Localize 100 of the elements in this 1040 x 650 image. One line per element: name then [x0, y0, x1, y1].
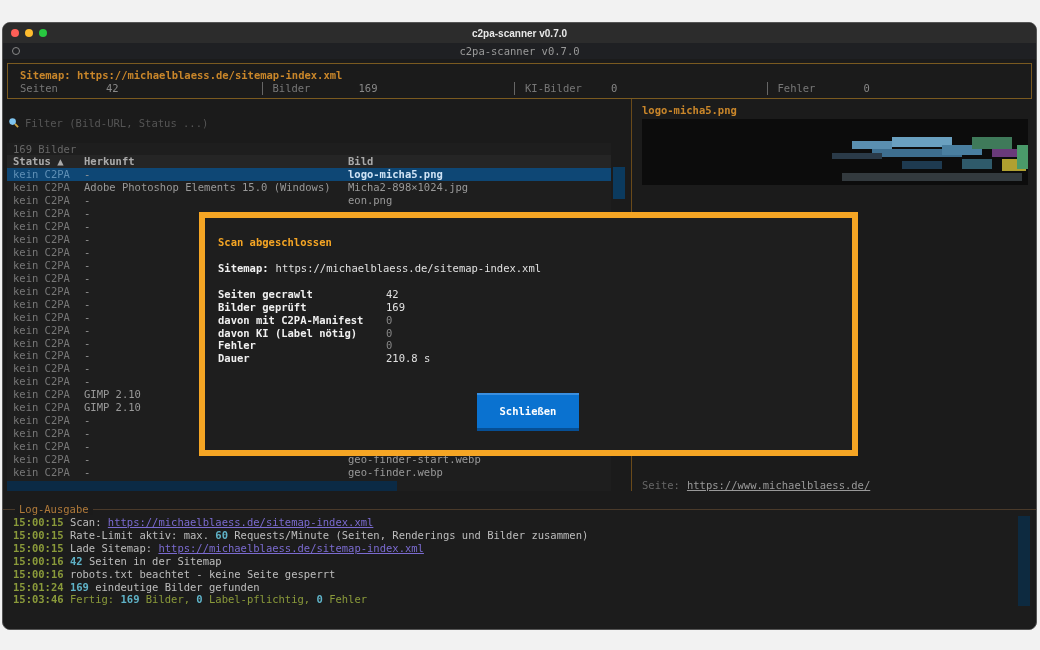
status-cell: kein C2PA [13, 232, 70, 245]
origin-cell: - [84, 310, 91, 323]
origin-cell: - [84, 284, 91, 297]
origin-cell: - [84, 453, 91, 466]
stat-label: Dauer [218, 352, 251, 366]
status-cell: kein C2PA [13, 388, 70, 401]
stat-value: 0 [611, 82, 618, 95]
status-cell: kein C2PA [13, 362, 70, 375]
origin-cell: - [84, 168, 91, 181]
origin-cell: GIMP 2.10 [84, 388, 141, 401]
stat-value: 169 [358, 82, 378, 95]
origin-cell: - [84, 245, 91, 258]
origin-cell: - [84, 232, 91, 245]
column-header[interactable]: Status ▲ [7, 155, 84, 169]
column-header[interactable]: Herkunft [84, 155, 348, 169]
origin-cell: - [84, 440, 91, 453]
table-row[interactable]: kein C2PA - geo-finder-start.webp [7, 453, 611, 467]
stat-value: 0 [863, 82, 870, 95]
image-cell: geo-finder-start.webp [348, 453, 481, 467]
column-header[interactable]: Bild [348, 155, 374, 169]
table-row[interactable]: kein C2PA - eon.png [7, 194, 611, 207]
page-label: Seite: [642, 479, 680, 491]
status-cell: kein C2PA [13, 207, 70, 219]
status-cell: kein C2PA [13, 466, 70, 479]
stat-label: Fehler [218, 339, 257, 353]
log-line: 15:00:15 Rate-Limit aktiv: max. 60 Requests/Minute (Seiten, Renderings und Bilder zusammen) [13, 528, 590, 542]
image-cell: eon.png [348, 194, 393, 207]
origin-cell: - [84, 258, 91, 271]
log-line: 15:00:16 42 Seiten in der Sitemap [13, 554, 223, 568]
maximize-icon[interactable] [39, 29, 47, 37]
status-cell: kein C2PA [13, 245, 70, 258]
table-row[interactable]: kein C2PA Adobe Photoshop Elements 15.0 (Windows) Micha2-898×1024.jpg [7, 181, 611, 195]
origin-cell: - [84, 271, 91, 284]
status-cell: kein C2PA [13, 440, 70, 453]
status-cell: kein C2PA [13, 168, 70, 181]
status-cell: kein C2PA [13, 336, 70, 349]
stat-label: davon KI (Label nötig) [218, 326, 359, 340]
status-cell: kein C2PA [13, 414, 70, 427]
log-link[interactable]: https://michaelblaess.de/sitemap-index.xml [107, 516, 374, 528]
window-title: c2pa-scanner v0.7.0 [471, 27, 568, 39]
origin-cell: GIMP 2.10 [84, 401, 141, 414]
stat-value: 0 [386, 313, 394, 327]
status-cell: kein C2PA [13, 453, 70, 466]
origin-cell: - [84, 427, 91, 440]
stat-value: 169 [386, 300, 406, 314]
stat-label: Bilder geprüft [218, 300, 308, 314]
status-cell: kein C2PA [13, 297, 70, 310]
stat-value: 42 [106, 82, 119, 95]
stat-value: 210.8 s [386, 352, 431, 366]
stat-label: KI-Bilder [525, 82, 583, 95]
status-cell: kein C2PA [13, 284, 70, 297]
image-cell: logo-micha5.png [348, 168, 443, 182]
stat-label: Bilder [272, 82, 312, 95]
status-cell: kein C2PA [13, 375, 70, 388]
origin-cell: - [84, 323, 91, 336]
image-cell: Micha2-898×1024.jpg [348, 181, 469, 195]
origin-cell: - [84, 349, 91, 362]
log-line: 15:01:24 169 eindeutige Bilder gefunden [13, 580, 261, 594]
status-cell: kein C2PA [13, 401, 70, 414]
stat-label: Seiten [20, 82, 59, 95]
stat-value: 0 [386, 339, 394, 353]
origin-cell: - [84, 375, 91, 388]
image-cell: geo-finder.webp [348, 466, 443, 479]
preview-title: logo-micha5.png [642, 104, 738, 117]
stat-value: 0 [386, 326, 394, 340]
scrollbar[interactable] [7, 481, 397, 491]
log-line: 15:03:46 Fertig: 169 Bilder, 0 Label-pflichtig, 0 Fehler [13, 593, 369, 607]
close-icon[interactable] [11, 29, 19, 37]
scrollbar[interactable] [613, 167, 625, 200]
status-cell: kein C2PA [13, 323, 70, 336]
sitemap-url: Sitemap: https://michaelblaess.de/sitemap-index.xml [20, 69, 344, 82]
table-row[interactable]: kein C2PA - logo-micha5.png [7, 168, 611, 182]
status-cell: kein C2PA [13, 181, 70, 194]
origin-cell: - [84, 207, 91, 219]
page-link[interactable]: https://www.michaelblaess.de/ [686, 479, 871, 491]
table-row[interactable]: kein C2PA - geo-finder.webp [7, 466, 611, 479]
origin-cell: - [84, 466, 91, 479]
stat-value: 42 [386, 287, 400, 301]
row-count: 169 Bilder [12, 143, 78, 156]
filter-field[interactable]: Filter (Bild-URL, Status ...) [25, 116, 325, 129]
scrollbar[interactable] [1018, 516, 1030, 606]
origin-cell: Adobe Photoshop Elements 15.0 (Windows) [84, 181, 331, 194]
log-link[interactable]: https://michaelblaess.de/sitemap-index.xml [158, 541, 424, 554]
status-cell: kein C2PA [13, 258, 70, 271]
app-title: c2pa-scanner v0.7.0 [459, 45, 580, 57]
stat-label: Seiten gecrawlt [218, 287, 314, 301]
origin-cell: - [84, 336, 91, 349]
origin-cell: - [84, 194, 91, 207]
search-icon [8, 117, 19, 129]
minimize-icon[interactable] [25, 29, 33, 37]
stat-label: Fehler [777, 82, 817, 95]
close-button[interactable]: Schließen [477, 393, 579, 432]
sitemap-url: https://michaelblaess.de/sitemap-index.xml [275, 261, 542, 275]
status-cell: kein C2PA [13, 194, 70, 207]
status-cell: kein C2PA [13, 271, 70, 284]
status-cell: kein C2PA [13, 219, 70, 232]
dialog-title: Scan abgeschlossen [218, 236, 333, 249]
stat-label: davon mit C2PA-Manifest [218, 313, 365, 327]
status-cell: kein C2PA [13, 349, 70, 362]
origin-cell: - [84, 219, 91, 232]
